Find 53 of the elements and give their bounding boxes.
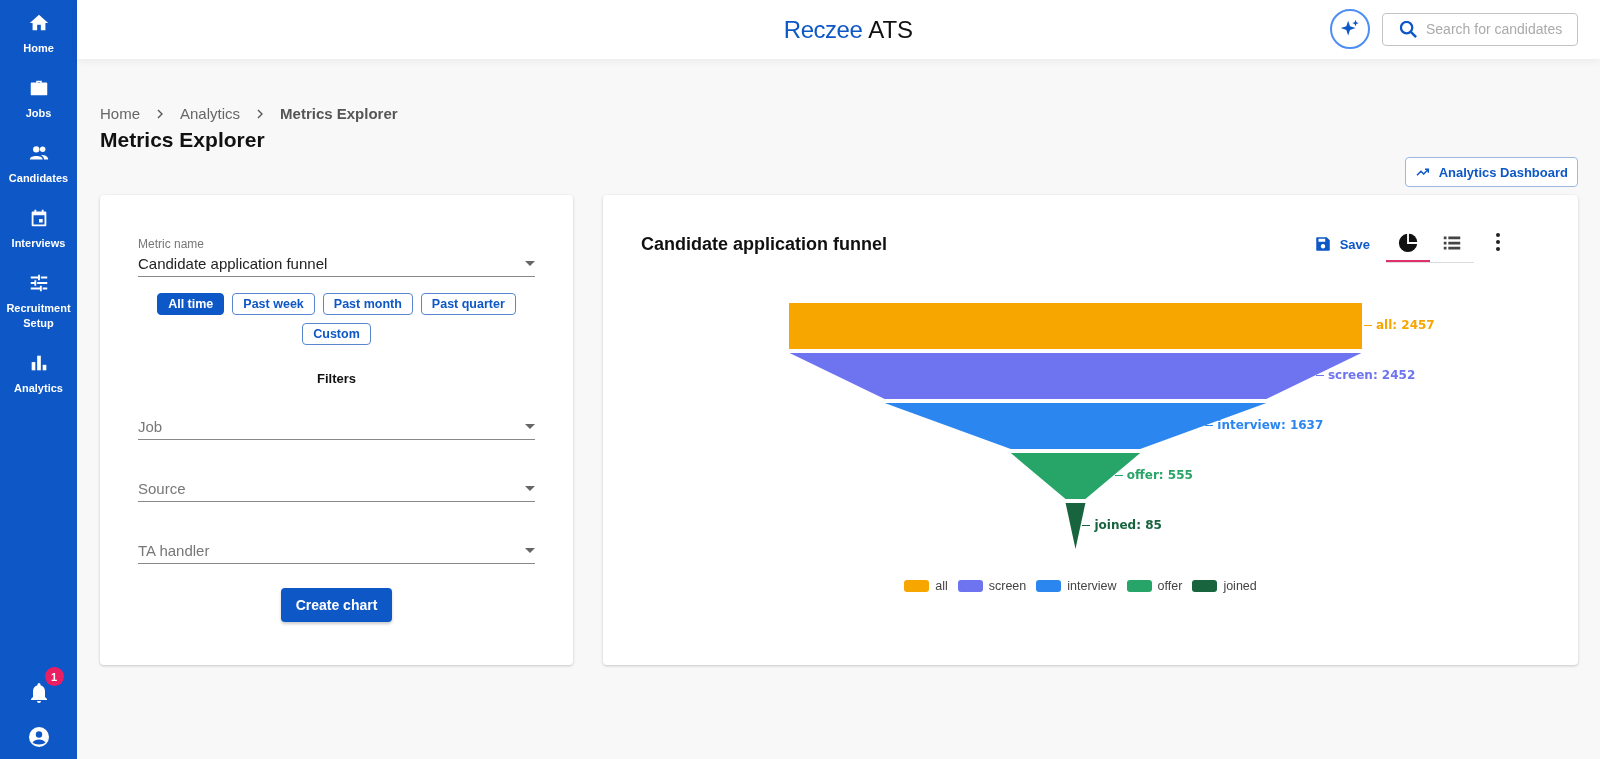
breadcrumb-link[interactable]: Analytics xyxy=(180,105,241,122)
stage-label: screen: 2452 xyxy=(1327,368,1416,382)
sidebar-item[interactable]: Analytics xyxy=(3,352,74,396)
stage-label: interview: 1637 xyxy=(1217,418,1324,432)
sidebar-item[interactable]: Candidates xyxy=(3,142,74,186)
time-range-chip[interactable]: Past month xyxy=(322,293,413,315)
save-button[interactable]: Save xyxy=(1309,229,1374,259)
time-range-chip[interactable]: Past quarter xyxy=(420,293,516,315)
search-icon xyxy=(1400,20,1417,38)
search-field[interactable]: Search for candidates xyxy=(1382,12,1578,46)
save-icon xyxy=(1313,235,1332,253)
metric-name-select[interactable]: Metric name Candidate application funnel xyxy=(138,237,535,277)
leader-line xyxy=(1315,375,1324,376)
notification-badge: 1 xyxy=(44,667,64,686)
assistant-button[interactable] xyxy=(1330,9,1370,49)
filters-heading: Filters xyxy=(316,371,357,386)
page-title: Metrics Explorer xyxy=(100,128,266,152)
breadcrumb-link[interactable]: Metrics Explorer xyxy=(280,105,398,122)
legend-item[interactable]: interview xyxy=(1036,579,1117,593)
leader-line xyxy=(1082,525,1091,526)
dropdown-caret-icon xyxy=(525,424,535,429)
dropdown-caret-icon xyxy=(525,548,535,553)
account-icon[interactable] xyxy=(26,725,51,749)
create-chart-button[interactable]: Create chart xyxy=(280,588,393,622)
leader-line xyxy=(1114,475,1123,476)
stage-label: offer: 555 xyxy=(1126,468,1193,482)
sidebar-item[interactable]: Home xyxy=(3,12,74,56)
dropdown-caret-icon xyxy=(525,486,535,491)
filter-select[interactable]: TA handler xyxy=(138,538,535,564)
time-range-chip[interactable]: Custom xyxy=(302,323,371,345)
time-range-chip[interactable]: Past week xyxy=(232,293,315,315)
chart-title: Candidate application funnel xyxy=(641,233,887,255)
filter-select[interactable]: Source xyxy=(138,476,535,502)
analytics-dashboard-button[interactable]: Analytics Dashboard xyxy=(1404,157,1578,187)
pie-chart-icon xyxy=(1397,232,1419,254)
leader-line xyxy=(1364,325,1372,326)
dropdown-caret-icon xyxy=(525,261,535,266)
legend-item[interactable]: offer xyxy=(1126,579,1183,593)
leader-line xyxy=(1205,425,1214,426)
legend-item[interactable]: screen xyxy=(957,579,1027,593)
stage-label: joined: 85 xyxy=(1094,518,1162,532)
sidebar-item[interactable]: Recruitment Setup xyxy=(3,272,74,331)
logo[interactable]: Reczee ATS xyxy=(783,15,914,44)
more-vertical-icon xyxy=(1496,233,1500,251)
breadcrumb-link[interactable]: Home xyxy=(100,105,140,122)
legend-item[interactable]: joined xyxy=(1192,579,1257,593)
notification-bell-icon[interactable] xyxy=(30,683,47,703)
time-range-chip[interactable]: All time xyxy=(157,293,225,315)
legend-item[interactable]: all xyxy=(904,579,948,593)
sidebar-item[interactable]: Jobs xyxy=(3,77,74,121)
stage-label: all: 2457 xyxy=(1376,318,1435,332)
filter-select[interactable]: Job xyxy=(138,414,535,440)
sidebar-item[interactable]: Interviews xyxy=(3,207,74,251)
